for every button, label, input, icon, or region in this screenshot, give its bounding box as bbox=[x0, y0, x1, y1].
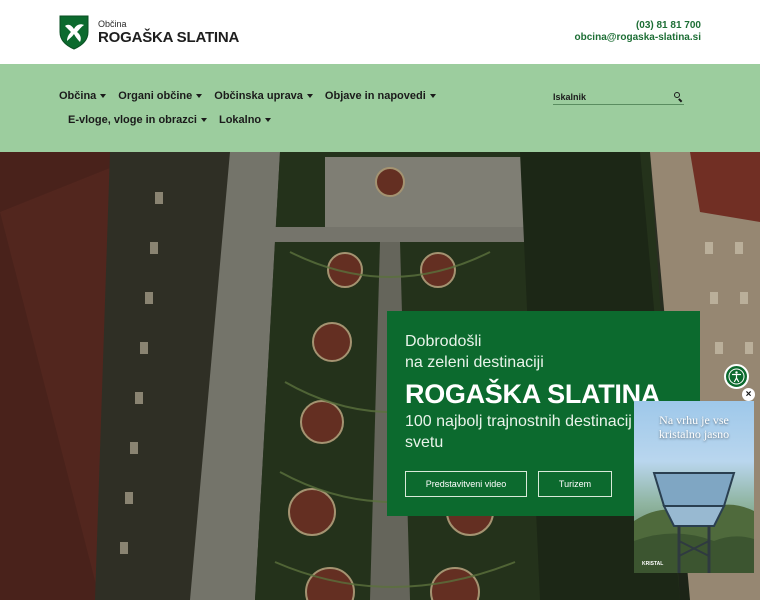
contact-info: (03) 81 81 700 obcina@rogaska-slatina.si bbox=[575, 20, 701, 44]
welcome-line-1: Dobrodošli bbox=[405, 333, 482, 350]
site-logo[interactable]: Občina ROGAŠKA SLATINA bbox=[58, 14, 239, 50]
nav-item-obcinska-uprava[interactable]: Občinska uprava bbox=[214, 90, 313, 102]
nav-item-organi-obcine[interactable]: Organi občine bbox=[118, 90, 203, 102]
caret-down-icon bbox=[100, 94, 107, 98]
search-box bbox=[553, 89, 684, 105]
ad-slogan: Na vrhu je vse kristalno jasno bbox=[634, 413, 754, 441]
nav-item-objave-in-napovedi[interactable]: Objave in napovedi bbox=[325, 90, 436, 102]
ad-slogan-line-2: kristalno jasno bbox=[658, 427, 730, 441]
caret-down-icon bbox=[265, 118, 272, 122]
nav-item-label: Občinska uprava bbox=[214, 90, 303, 102]
ad-slogan-line-1: Na vrhu je vse bbox=[659, 413, 729, 427]
nav-item-obcina[interactable]: Občina bbox=[59, 90, 107, 102]
nav-item-label: Lokalno bbox=[218, 114, 262, 126]
ad-brand: KRISTAL bbox=[642, 561, 664, 567]
coat-of-arms-icon bbox=[59, 15, 89, 50]
caret-down-icon bbox=[196, 94, 203, 98]
nav-item-label: E-vloge, vloge in obrazci bbox=[68, 114, 197, 126]
search-input[interactable] bbox=[553, 91, 671, 102]
nav-item-lokalno[interactable]: Lokalno bbox=[218, 114, 272, 126]
main-navigation: Občina Organi občine Občinska uprava Obj… bbox=[0, 64, 760, 152]
site-header: Občina ROGAŠKA SLATINA (03) 81 81 700 ob… bbox=[0, 0, 760, 64]
accessibility-button[interactable] bbox=[724, 364, 749, 389]
nav-item-label: Občina bbox=[59, 90, 97, 102]
close-icon[interactable]: × bbox=[742, 388, 755, 401]
caret-down-icon bbox=[200, 118, 207, 122]
phone-link[interactable]: (03) 81 81 700 bbox=[575, 20, 701, 32]
kristal-ad-banner[interactable]: Na vrhu je vse kristalno jasno KRISTAL bbox=[634, 401, 754, 573]
accessibility-icon bbox=[728, 368, 745, 385]
search-icon[interactable] bbox=[673, 91, 683, 102]
video-button[interactable]: Predstavitveni video bbox=[405, 471, 527, 497]
nav-row-1: Občina Organi občine Občinska uprava Obj… bbox=[59, 90, 448, 102]
nav-item-label: Organi občine bbox=[118, 90, 193, 102]
caret-down-icon bbox=[429, 94, 436, 98]
logo-title: ROGAŠKA SLATINA bbox=[98, 28, 240, 46]
logo-small-text: Občina bbox=[98, 18, 127, 29]
welcome-line-2: na zeleni destinaciji bbox=[405, 354, 544, 371]
tourism-button[interactable]: Turizem bbox=[538, 471, 612, 497]
nav-row-2: E-vloge, vloge in obrazci Lokalno bbox=[68, 114, 283, 126]
nav-item-e-vloge[interactable]: E-vloge, vloge in obrazci bbox=[68, 114, 207, 126]
caret-down-icon bbox=[306, 94, 313, 98]
email-link[interactable]: obcina@rogaska-slatina.si bbox=[575, 32, 701, 44]
nav-item-label: Objave in napovedi bbox=[324, 90, 426, 102]
